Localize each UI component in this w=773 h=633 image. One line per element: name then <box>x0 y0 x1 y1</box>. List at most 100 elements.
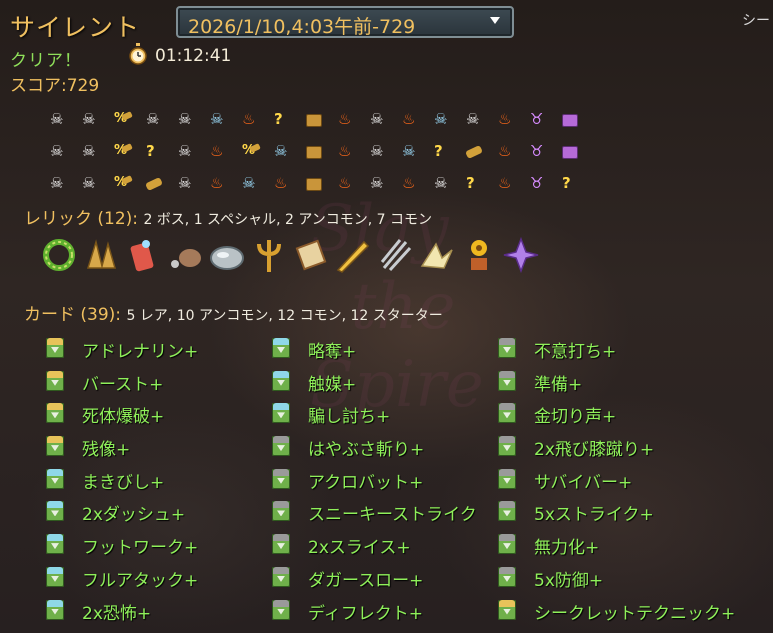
card-common-icon <box>272 534 290 555</box>
map-node-elite-icon[interactable]: ☠ <box>208 108 240 130</box>
map-node-shop-mix-icon[interactable]: % <box>112 108 144 130</box>
map-node-monster-icon[interactable]: ☠ <box>80 108 112 130</box>
quill-pen-icon[interactable] <box>334 236 372 274</box>
map-node-monster-icon[interactable]: ☠ <box>464 108 496 130</box>
map-node-monster-icon[interactable]: ☠ <box>144 108 176 130</box>
card-entry[interactable]: バースト+ <box>46 367 266 400</box>
map-node-shop-icon[interactable] <box>464 140 496 162</box>
card-entry[interactable]: 不意打ち+ <box>498 334 773 367</box>
map-node-monster-icon[interactable]: ☠ <box>48 172 80 194</box>
map-node-boss-chest-icon[interactable] <box>560 140 592 162</box>
card-entry[interactable]: アドレナリン+ <box>46 334 266 367</box>
map-node-rest-icon[interactable]: ♨ <box>496 172 528 194</box>
map-node-rest-icon[interactable]: ♨ <box>240 108 272 130</box>
card-entry[interactable]: ディフレクト+ <box>272 596 496 629</box>
card-entry[interactable]: シークレットテクニック+ <box>498 596 773 629</box>
map-node-rest-icon[interactable]: ♨ <box>496 108 528 130</box>
map-node-boss-icon[interactable]: ♉ <box>528 172 560 194</box>
rest-glyph: ♨ <box>498 110 512 128</box>
serpent-ring-icon[interactable] <box>40 236 78 274</box>
map-node-shop-mix-icon[interactable]: % <box>112 140 144 162</box>
map-node-monster-icon[interactable]: ☠ <box>368 140 400 162</box>
map-node-monster-icon[interactable]: ☠ <box>176 140 208 162</box>
card-entry[interactable]: 残像+ <box>46 432 266 465</box>
leaf-fan-icon[interactable] <box>82 236 120 274</box>
card-common-icon <box>272 468 290 489</box>
card-entry[interactable]: スニーキーストライク <box>272 497 496 530</box>
map-node-monster-icon[interactable]: ☠ <box>48 140 80 162</box>
map-node-monster-icon[interactable]: ☠ <box>368 108 400 130</box>
map-node-elite-icon[interactable]: ☠ <box>400 140 432 162</box>
map-node-monster-icon[interactable]: ☠ <box>80 140 112 162</box>
card-entry[interactable]: 2xダッシュ+ <box>46 497 266 530</box>
map-node-rest-icon[interactable]: ♨ <box>336 172 368 194</box>
card-entry[interactable]: 略奪+ <box>272 334 496 367</box>
map-node-elite-icon[interactable]: ☠ <box>432 108 464 130</box>
map-node-rest-icon[interactable]: ♨ <box>336 140 368 162</box>
trident-icon[interactable] <box>250 236 288 274</box>
run-history-dropdown[interactable]: 2026/1/10,4:03午前-729 <box>176 6 514 38</box>
map-node-unknown-icon[interactable]: ? <box>464 172 496 194</box>
card-entry[interactable]: フットワーク+ <box>46 530 266 563</box>
map-node-elite-icon[interactable]: ☠ <box>240 172 272 194</box>
map-node-chest-icon[interactable] <box>304 140 336 162</box>
card-name: シークレットテクニック+ <box>534 603 736 624</box>
map-node-shop-mix-icon[interactable]: % <box>240 140 272 162</box>
map-node-rest-icon[interactable]: ♨ <box>208 140 240 162</box>
map-node-boss-icon[interactable]: ♉ <box>528 140 560 162</box>
map-node-rest-icon[interactable]: ♨ <box>400 108 432 130</box>
map-node-unknown-icon[interactable]: ? <box>144 140 176 162</box>
map-node-monster-icon[interactable]: ☠ <box>368 172 400 194</box>
map-node-monster-icon[interactable]: ☠ <box>176 172 208 194</box>
card-entry[interactable]: 2x飛び膝蹴り+ <box>498 432 773 465</box>
map-scroll-icon[interactable] <box>292 236 330 274</box>
language-toggle[interactable]: シー <box>742 10 770 30</box>
map-node-elite-icon[interactable]: ☠ <box>272 140 304 162</box>
kunai-bundle-icon[interactable] <box>376 236 414 274</box>
map-node-monster-icon[interactable]: ☠ <box>176 108 208 130</box>
card-entry[interactable]: 2xスライス+ <box>272 530 496 563</box>
card-entry[interactable]: 金切り声+ <box>498 399 773 432</box>
card-common-icon <box>272 566 290 587</box>
map-node-rest-icon[interactable]: ♨ <box>208 172 240 194</box>
paper-crane-icon[interactable] <box>418 236 456 274</box>
card-entry[interactable]: 無力化+ <box>498 530 773 563</box>
map-node-boss-icon[interactable]: ♉ <box>528 108 560 130</box>
card-entry[interactable]: サバイバー+ <box>498 465 773 498</box>
charm-card-icon[interactable] <box>124 236 162 274</box>
potted-flower-icon[interactable] <box>460 236 498 274</box>
map-node-shop-mix-icon[interactable]: % <box>112 172 144 194</box>
card-entry[interactable]: はやぶさ斬り+ <box>272 432 496 465</box>
card-entry[interactable]: 5xストライク+ <box>498 497 773 530</box>
map-node-rest-icon[interactable]: ♨ <box>272 172 304 194</box>
card-starter-icon <box>498 566 516 587</box>
map-node-rest-icon[interactable]: ♨ <box>336 108 368 130</box>
map-node-boss-chest-icon[interactable] <box>560 108 592 130</box>
map-node-chest-icon[interactable] <box>304 108 336 130</box>
map-node-monster-icon[interactable]: ☠ <box>432 172 464 194</box>
map-node-unknown-icon[interactable]: ? <box>272 108 304 130</box>
card-entry[interactable]: 触媒+ <box>272 367 496 400</box>
card-entry[interactable]: 2x恐怖+ <box>46 596 266 629</box>
map-node-unknown-icon[interactable]: ? <box>432 140 464 162</box>
card-entry[interactable]: 騙し討ち+ <box>272 399 496 432</box>
card-entry[interactable]: 死体爆破+ <box>46 399 266 432</box>
card-entry[interactable]: 準備+ <box>498 367 773 400</box>
chest-glyph <box>306 178 322 191</box>
elite-glyph: ☠ <box>402 142 416 160</box>
map-node-monster-icon[interactable]: ☠ <box>80 172 112 194</box>
shuriken-icon[interactable] <box>502 236 540 274</box>
smooth-stone-icon[interactable] <box>208 236 246 274</box>
map-node-monster-icon[interactable]: ☠ <box>48 108 80 130</box>
map-node-rest-icon[interactable]: ♨ <box>400 172 432 194</box>
card-entry[interactable]: まきびし+ <box>46 465 266 498</box>
card-entry[interactable]: アクロバット+ <box>272 465 496 498</box>
card-entry[interactable]: 5x防御+ <box>498 563 773 596</box>
ninja-scroll-icon[interactable] <box>166 236 204 274</box>
map-node-chest-icon[interactable] <box>304 172 336 194</box>
map-node-rest-icon[interactable]: ♨ <box>496 140 528 162</box>
map-node-unknown-icon[interactable]: ? <box>560 172 592 194</box>
card-entry[interactable]: ダガースロー+ <box>272 563 496 596</box>
map-node-shop-icon[interactable] <box>144 172 176 194</box>
card-entry[interactable]: フルアタック+ <box>46 563 266 596</box>
